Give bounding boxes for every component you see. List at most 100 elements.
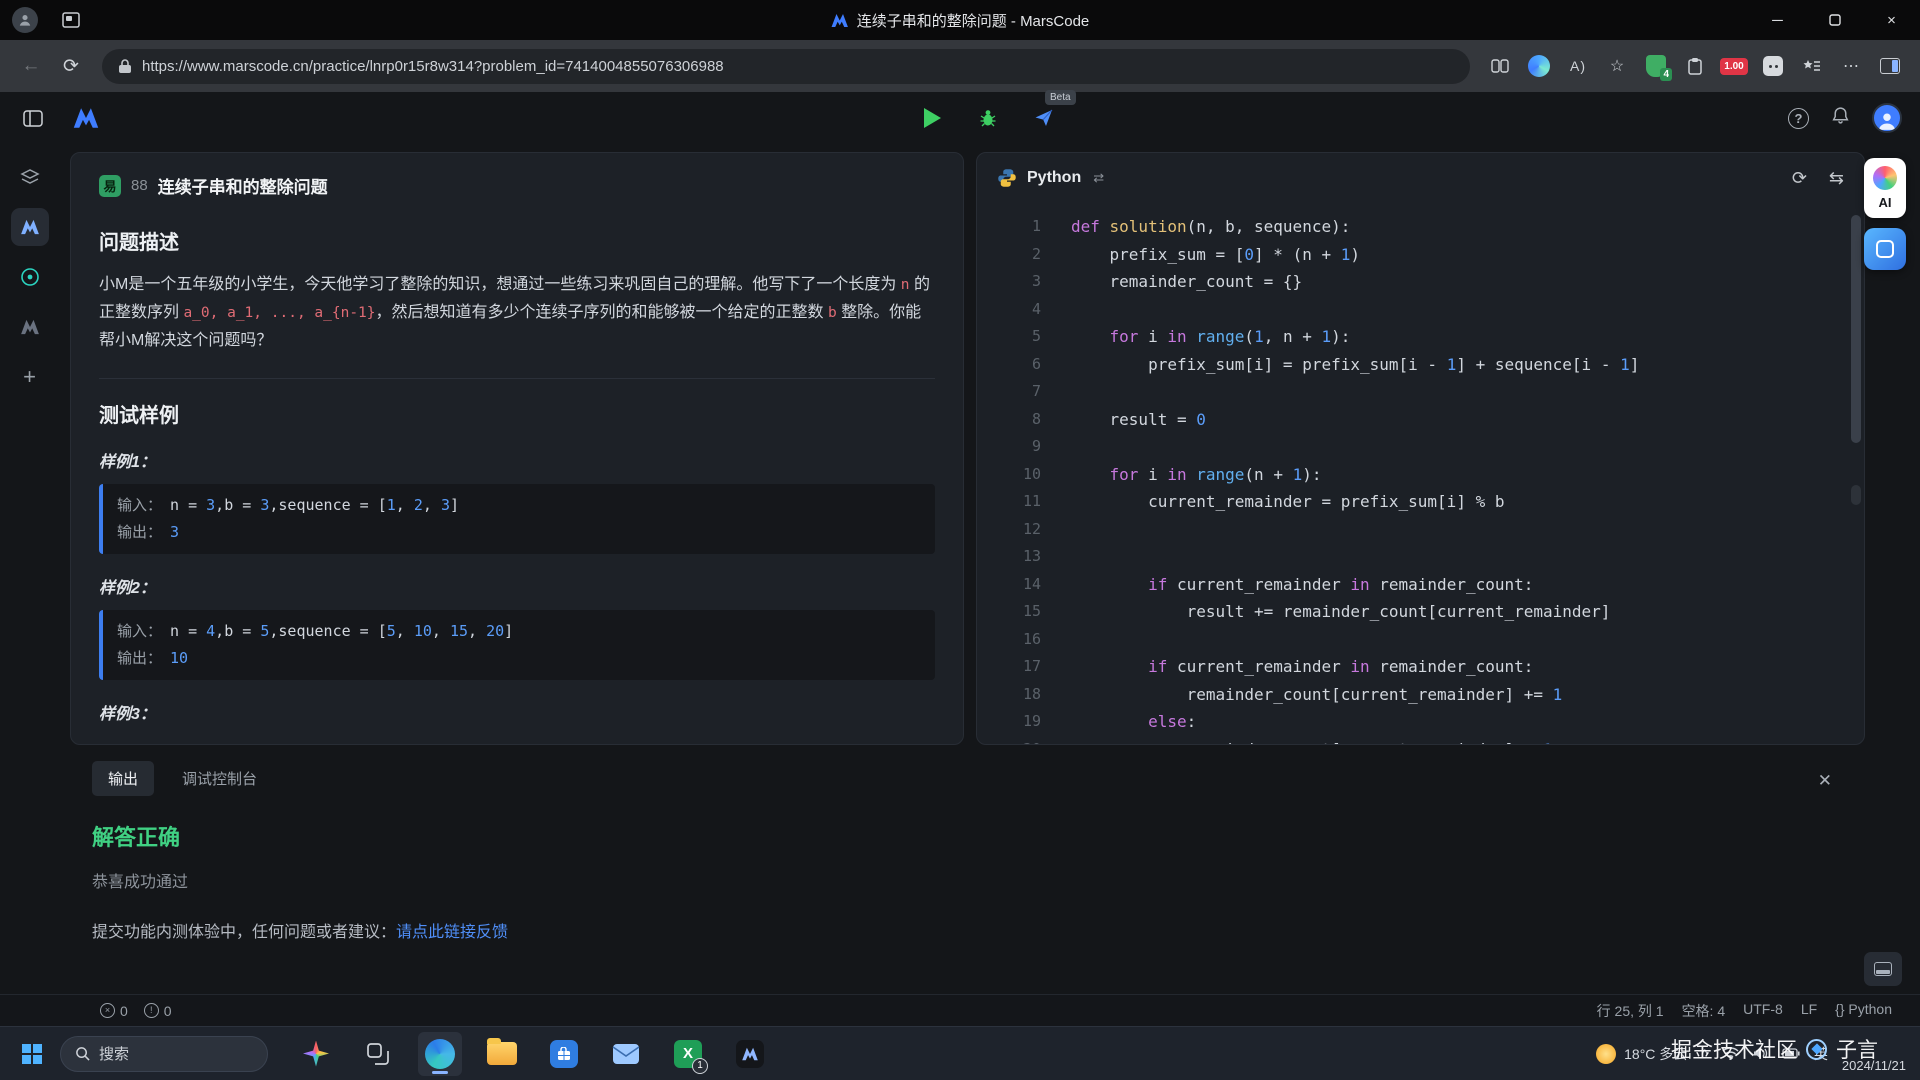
layout-toggle-button[interactable] [1864,952,1902,986]
task-view-icon[interactable] [356,1032,400,1076]
feedback-row: 提交功能内测体验中，任何问题或者建议：请点此链接反馈 [92,918,1865,942]
code-lines[interactable]: def solution(n, b, sequence): prefix_sum… [1041,213,1639,744]
editor-actions: ⟳ ⇆ [1792,168,1844,189]
reset-code-icon[interactable]: ⟳ [1792,168,1807,189]
example-2: 样例2： 输入： n = 4,b = 5,sequence = [5, 10, … [99,574,935,680]
rail-add-icon[interactable]: + [11,358,49,396]
format-code-icon[interactable]: ⇆ [1829,168,1844,189]
help-icon[interactable]: ? [1788,108,1809,129]
tab-debug-console[interactable]: 调试控制台 [166,761,273,796]
encoding[interactable]: UTF-8 [1743,1001,1783,1021]
browser-toolbar: ← ⟳ https://www.marscode.cn/practice/lnr… [0,40,1920,92]
editor-scrollbar-notch [1851,485,1861,505]
taskbar-icons: X 1 [294,1032,772,1076]
ai-assistant-button[interactable]: AI [1864,158,1906,218]
taskbar-search[interactable]: 搜索 [60,1036,268,1072]
problem-description: 小M是一个五年级的小学生，今天他学习了整除的知识，想通过一些练习来巩固自己的理解… [99,271,935,354]
close-button[interactable]: × [1863,0,1920,40]
microsoft-store-icon[interactable] [542,1032,586,1076]
browser-actions: A) ☆ 4 1.00 ⋯ [1484,50,1906,82]
taskbar-edge-icon[interactable] [418,1032,462,1076]
copilot-icon[interactable] [1523,50,1555,82]
close-output-icon[interactable]: ✕ [1818,771,1832,791]
input-value: n = 3,b = 3,sequence = [1, 2, 3] [170,492,459,519]
notifications-icon[interactable] [1831,106,1850,130]
workspace: 易 88 连续子串和的整除问题 问题描述 小M是一个五年级的小学生，今天他学习了… [59,144,1920,994]
taskbar: 搜索 X 1 [0,1026,1920,1080]
monkey-extension-icon[interactable] [1757,50,1789,82]
rail-marscode-icon[interactable] [11,208,49,246]
split-screen-icon[interactable] [1484,50,1516,82]
run-button[interactable] [917,103,947,133]
problem-content[interactable]: 问题描述 小M是一个五年级的小学生，今天他学习了整除的知识，想通过一些练习来巩固… [71,202,963,744]
start-button[interactable] [10,1032,54,1076]
example-1: 样例1： 输入： n = 3,b = 3,sequence = [1, 2, 3… [99,448,935,554]
browser-menu-icon[interactable]: ⋯ [1835,50,1867,82]
language-mode[interactable]: {} Python [1835,1001,1892,1021]
back-icon[interactable]: ← [14,49,48,83]
excel-icon[interactable]: X 1 [666,1032,710,1076]
sidebar-tool-button[interactable] [1864,228,1906,270]
code-editor[interactable]: 1234567891011121314151617181920 def solu… [977,203,1864,744]
output-value: 10 [170,645,188,672]
copilot-circle [1528,55,1550,77]
active-indicator [432,1071,448,1074]
status-bar: ×0 !0 行 25, 列 1 空格: 4 UTF-8 LF {} Python [0,994,1920,1026]
sidebar-glyph [1880,58,1900,74]
file-explorer-icon[interactable] [480,1032,524,1076]
debug-button[interactable] [973,103,1003,133]
refresh-icon[interactable]: ⟳ [54,49,88,83]
line-numbers: 1234567891011121314151617181920 [977,213,1041,744]
example-label: 样例1： [99,448,935,472]
language-switch-icon[interactable]: ⇄ [1093,170,1104,186]
feedback-link[interactable]: 请点此链接反馈 [396,924,508,941]
rail-explore-icon[interactable] [11,258,49,296]
browser-profile-avatar[interactable] [12,7,38,33]
cursor-position[interactable]: 行 25, 列 1 [1597,1001,1664,1021]
panel-bottom-icon [1874,962,1892,976]
bug-icon [978,108,998,128]
problem-title: 连续子串和的整除问题 [158,173,328,198]
maximize-button[interactable] [1806,0,1863,40]
editor-scrollbar[interactable] [1851,215,1861,443]
adblock-extension-icon[interactable]: 4 [1640,50,1672,82]
windows-icon [21,1043,43,1065]
workspace-icon[interactable] [62,12,80,28]
address-bar[interactable]: https://www.marscode.cn/practice/lnrp0r1… [102,49,1470,84]
clipboard-extension-icon[interactable] [1679,50,1711,82]
tab-output[interactable]: 输出 [92,761,154,796]
panels: 易 88 连续子串和的整除问题 问题描述 小M是一个五年级的小学生，今天他学习了… [70,152,1865,745]
indent-setting[interactable]: 空格: 4 [1682,1001,1726,1021]
rail-layers-icon[interactable] [11,158,49,196]
person-icon [1876,109,1898,131]
minimize-button[interactable]: ─ [1749,0,1806,40]
submit-button[interactable]: Beta [1029,103,1059,133]
marscode-logo-icon [72,107,100,129]
result-subtitle: 恭喜成功通过 [92,868,1865,892]
sidebar-toggle-icon[interactable] [1874,50,1906,82]
eol[interactable]: LF [1801,1001,1817,1021]
mail-icon[interactable] [604,1032,648,1076]
language-label: Python [1027,169,1081,187]
adblock-badge: 4 [1660,68,1672,81]
marscode-logo-icon [831,13,849,28]
input-label: 输入： [117,618,162,645]
read-aloud-icon[interactable]: A) [1562,50,1594,82]
divider [99,378,935,379]
marscode-glyph [736,1040,764,1068]
rail-m-icon[interactable] [11,308,49,346]
editor-panel: Python ⇄ ⟳ ⇆ 123456789101112131415161718… [976,152,1865,745]
taskbar-marscode-icon[interactable] [728,1032,772,1076]
python-icon [997,168,1017,188]
taskbar-copilot-icon[interactable] [294,1032,338,1076]
play-icon [924,108,941,128]
panel-collapse-icon[interactable] [18,103,48,133]
user-avatar[interactable] [1872,103,1902,133]
price-extension-icon[interactable]: 1.00 [1718,50,1750,82]
favorite-star-icon[interactable]: ☆ [1601,50,1633,82]
input-label: 输入： [117,492,162,519]
favorites-bar-icon[interactable] [1796,50,1828,82]
status-problems[interactable]: ×0 !0 [100,1003,172,1019]
read-aloud-glyph: A) [1570,58,1586,74]
run-controls: Beta [917,103,1059,133]
